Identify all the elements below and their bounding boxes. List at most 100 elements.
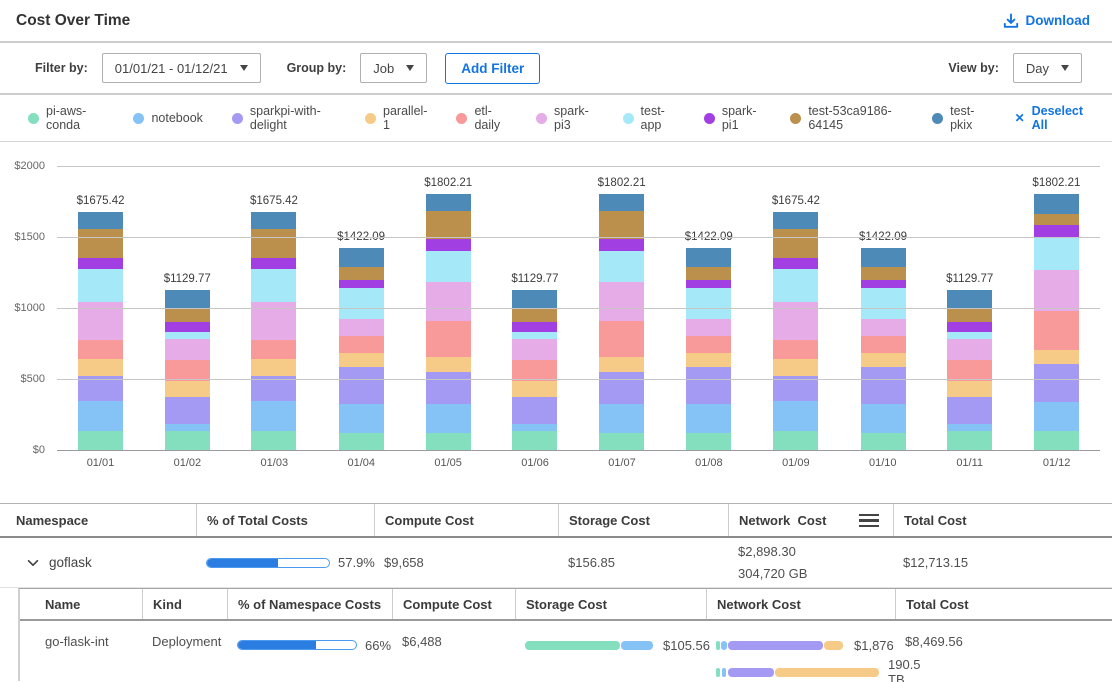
bar-segment[interactable] (686, 367, 731, 403)
bar-segment[interactable] (78, 340, 123, 359)
bar-segment[interactable] (773, 359, 818, 376)
bar-segment[interactable] (251, 212, 296, 228)
bar-segment[interactable] (599, 211, 644, 239)
bar-segment[interactable] (165, 360, 210, 381)
bar-segment[interactable] (861, 267, 906, 279)
bar-segment[interactable] (251, 258, 296, 268)
bar-segment[interactable] (1034, 225, 1079, 237)
bar-segment[interactable] (1034, 194, 1079, 214)
bar-segment[interactable] (251, 359, 296, 376)
bar-segment[interactable] (773, 376, 818, 400)
bar-segment[interactable] (165, 332, 210, 339)
bar-segment[interactable] (512, 360, 557, 381)
bar-segment[interactable] (78, 431, 123, 450)
date-range-dropdown[interactable]: 01/01/21 - 01/12/21 (102, 53, 261, 83)
bar-segment[interactable] (426, 251, 471, 283)
bar-segment[interactable] (773, 340, 818, 359)
bar-segment[interactable] (339, 267, 384, 279)
stacked-bar[interactable] (165, 290, 210, 450)
legend-item[interactable]: test-pkix (932, 104, 985, 132)
stacked-bar[interactable] (1034, 194, 1079, 450)
bar-segment[interactable] (339, 433, 384, 450)
col-name[interactable]: Name (20, 589, 142, 619)
bar-segment[interactable] (426, 433, 471, 450)
bar-segment[interactable] (599, 251, 644, 283)
stacked-bar[interactable] (947, 290, 992, 450)
bar-segment[interactable] (1034, 270, 1079, 311)
bar-segment[interactable] (686, 248, 731, 267)
bar-segment[interactable] (165, 397, 210, 424)
bar-segment[interactable] (78, 376, 123, 400)
deselect-all-button[interactable]: ✕ Deselect All (1015, 104, 1092, 132)
bar-segment[interactable] (426, 239, 471, 251)
bar-segment[interactable] (947, 339, 992, 359)
bar-segment[interactable] (165, 339, 210, 359)
bar-segment[interactable] (78, 359, 123, 376)
bar-segment[interactable] (861, 248, 906, 267)
stacked-bar[interactable] (426, 194, 471, 450)
bar-segment[interactable] (947, 309, 992, 322)
col-namespace[interactable]: Namespace (0, 504, 196, 536)
stacked-bar[interactable] (512, 290, 557, 450)
bar-segment[interactable] (686, 433, 731, 450)
group-by-dropdown[interactable]: Job (360, 53, 427, 83)
col-pct-total[interactable]: % of Total Costs (196, 504, 374, 536)
bar-segment[interactable] (686, 319, 731, 336)
stacked-bar[interactable] (251, 212, 296, 450)
legend-item[interactable]: notebook (133, 111, 202, 125)
bar-segment[interactable] (947, 431, 992, 450)
bar-segment[interactable] (339, 353, 384, 368)
bar-segment[interactable] (773, 212, 818, 228)
bar-segment[interactable] (947, 290, 992, 310)
bar-segment[interactable] (426, 372, 471, 405)
bar-segment[interactable] (426, 211, 471, 239)
stacked-bar[interactable] (339, 248, 384, 450)
stacked-bar[interactable] (861, 248, 906, 450)
stacked-bar[interactable] (773, 212, 818, 450)
bar-segment[interactable] (773, 229, 818, 259)
view-by-dropdown[interactable]: Day (1013, 53, 1082, 83)
bar-segment[interactable] (426, 404, 471, 433)
bar-segment[interactable] (512, 332, 557, 339)
bar-segment[interactable] (861, 319, 906, 336)
col-total[interactable]: Total Cost (893, 504, 1112, 536)
bar-segment[interactable] (1034, 431, 1079, 450)
bar-segment[interactable] (165, 322, 210, 332)
bar-segment[interactable] (512, 290, 557, 310)
bar-segment[interactable] (686, 404, 731, 433)
bar-segment[interactable] (251, 431, 296, 450)
bar-segment[interactable] (686, 280, 731, 288)
bar-segment[interactable] (165, 431, 210, 450)
col-pct-namespace[interactable]: % of Namespace Costs (227, 589, 392, 619)
bar-segment[interactable] (599, 433, 644, 450)
legend-item[interactable]: spark-pi1 (704, 104, 761, 132)
bar-segment[interactable] (512, 431, 557, 450)
bar-segment[interactable] (1034, 214, 1079, 224)
add-filter-button[interactable]: Add Filter (445, 53, 540, 84)
bar-segment[interactable] (686, 267, 731, 279)
bar-segment[interactable] (861, 353, 906, 368)
legend-item[interactable]: pi-aws-conda (28, 104, 104, 132)
bar-segment[interactable] (1034, 364, 1079, 402)
bar-segment[interactable] (947, 381, 992, 397)
bar-segment[interactable] (1034, 311, 1079, 350)
stacked-bar[interactable] (686, 248, 731, 450)
bar-segment[interactable] (512, 397, 557, 424)
bar-segment[interactable] (686, 353, 731, 368)
legend-item[interactable]: parallel-1 (365, 104, 427, 132)
col-network[interactable]: Network Cost (728, 504, 893, 536)
bar-segment[interactable] (947, 332, 992, 339)
legend-item[interactable]: etl-daily (456, 104, 507, 132)
stacked-bar[interactable] (599, 194, 644, 450)
bar-segment[interactable] (251, 269, 296, 302)
bar-segment[interactable] (426, 357, 471, 372)
bar-segment[interactable] (512, 309, 557, 322)
bar-segment[interactable] (339, 404, 384, 433)
bar-segment[interactable] (686, 336, 731, 353)
bar-segment[interactable] (512, 339, 557, 359)
bar-segment[interactable] (599, 404, 644, 433)
bar-segment[interactable] (773, 258, 818, 268)
bar-segment[interactable] (947, 397, 992, 424)
namespace-expand-toggle[interactable]: goflask (0, 538, 196, 587)
col-compute[interactable]: Compute Cost (374, 504, 558, 536)
